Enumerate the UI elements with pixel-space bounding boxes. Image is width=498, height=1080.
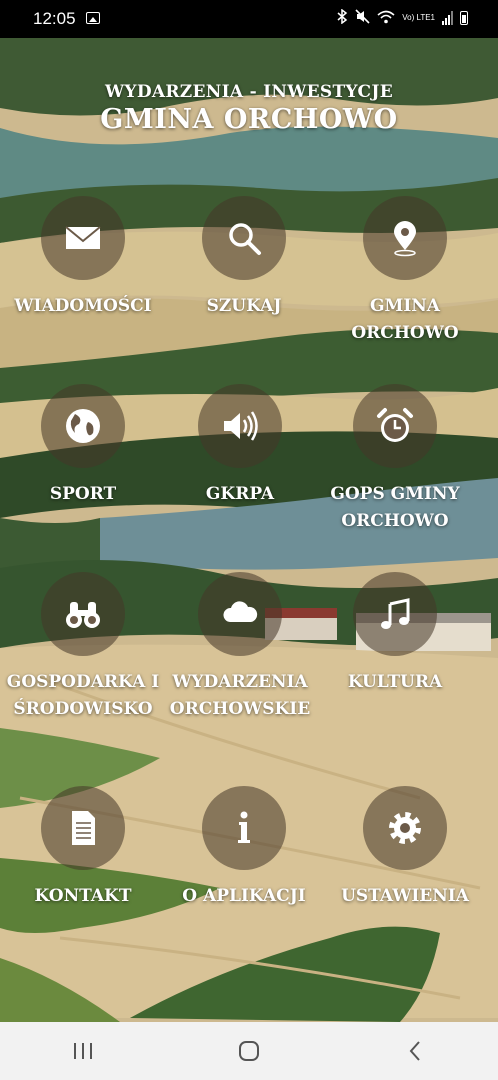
tile-ustawienia[interactable]: USTAWIENIA	[322, 786, 488, 910]
tile-label: KULTURA	[347, 672, 443, 692]
header-title: GMINA ORCHOWO	[100, 104, 398, 135]
music-note-icon	[381, 598, 410, 629]
wifi-icon	[377, 10, 395, 27]
search-icon	[229, 223, 261, 255]
tile-label: USTAWIENIA	[341, 886, 469, 906]
tile-wiadomosci[interactable]: WIADOMOŚCI	[0, 196, 166, 320]
tile-circle[interactable]	[41, 786, 125, 870]
info-icon	[238, 811, 250, 843]
tile-circle[interactable]	[41, 384, 125, 468]
tile-kontakt[interactable]: KONTAKT	[0, 786, 166, 910]
tile-circle[interactable]	[198, 384, 282, 468]
binoculars-icon	[66, 602, 100, 628]
tile-circle[interactable]	[202, 786, 286, 870]
tile-label: SZUKAJ	[206, 296, 282, 316]
back-button[interactable]	[385, 1031, 445, 1071]
tile-gops[interactable]: GOPS GMINY ORCHOWO	[312, 384, 478, 535]
image-icon	[86, 12, 100, 24]
navigation-bar	[0, 1022, 498, 1080]
tile-label: GOSPODARKA I ŚRODOWISKO	[6, 672, 160, 719]
tile-gospodarka[interactable]: GOSPODARKA I ŚRODOWISKO	[0, 572, 166, 723]
tile-circle[interactable]	[353, 572, 437, 656]
tile-o-aplikacji[interactable]: O APLIKACJI	[161, 786, 327, 910]
home-button[interactable]	[219, 1031, 279, 1071]
tile-circle[interactable]	[363, 196, 447, 280]
location-pin-icon	[394, 221, 416, 257]
tile-circle[interactable]	[353, 384, 437, 468]
network-label: Vo) LTE1	[402, 13, 435, 22]
tile-label: KONTAKT	[34, 886, 132, 906]
bluetooth-icon	[337, 8, 348, 27]
tile-label: WIADOMOŚCI	[14, 296, 152, 316]
tile-circle[interactable]	[198, 572, 282, 656]
mute-icon	[355, 9, 370, 27]
home-icon	[239, 1041, 259, 1061]
tile-label: WYDARZENIA ORCHOWSKIE	[169, 672, 311, 719]
cloud-icon	[223, 601, 258, 622]
gear-icon	[389, 812, 421, 844]
tile-wydarzenia-orchowskie[interactable]: WYDARZENIA ORCHOWSKIE	[157, 572, 323, 723]
alarm-clock-icon	[377, 408, 413, 442]
tile-label: GOPS GMINY ORCHOWO	[330, 484, 460, 531]
battery-icon	[460, 11, 468, 25]
document-icon	[72, 811, 95, 845]
status-icons: Vo) LTE1	[337, 8, 468, 27]
tile-label: GKRPA	[205, 484, 275, 504]
tile-gmina-orchowo[interactable]: GMINA ORCHOWO	[322, 196, 488, 347]
tile-circle[interactable]	[202, 196, 286, 280]
speaker-icon	[224, 411, 258, 441]
envelope-icon	[65, 226, 101, 249]
header-subtitle: WYDARZENIA - INWESTYCJE	[105, 82, 393, 102]
tile-circle[interactable]	[41, 196, 125, 280]
signal-icon	[442, 11, 453, 25]
back-icon	[409, 1041, 420, 1061]
tile-circle[interactable]	[41, 572, 125, 656]
tile-szukaj[interactable]: SZUKAJ	[161, 196, 327, 320]
app-header: WYDARZENIA - INWESTYCJE GMINA ORCHOWO	[0, 82, 498, 135]
status-time: 12:05	[33, 9, 76, 28]
tile-label: O APLIKACJI	[182, 886, 306, 906]
recent-apps-button[interactable]	[53, 1031, 113, 1071]
status-bar: 12:05 Vo) LTE1	[0, 0, 498, 38]
tile-gkrpa[interactable]: GKRPA	[157, 384, 323, 508]
tile-label: SPORT	[49, 484, 117, 504]
tile-circle[interactable]	[363, 786, 447, 870]
recent-apps-icon	[74, 1043, 92, 1059]
tile-kultura[interactable]: KULTURA	[312, 572, 478, 696]
tile-sport[interactable]: SPORT	[0, 384, 166, 508]
globe-icon	[66, 409, 100, 443]
tile-label: GMINA ORCHOWO	[351, 296, 459, 343]
